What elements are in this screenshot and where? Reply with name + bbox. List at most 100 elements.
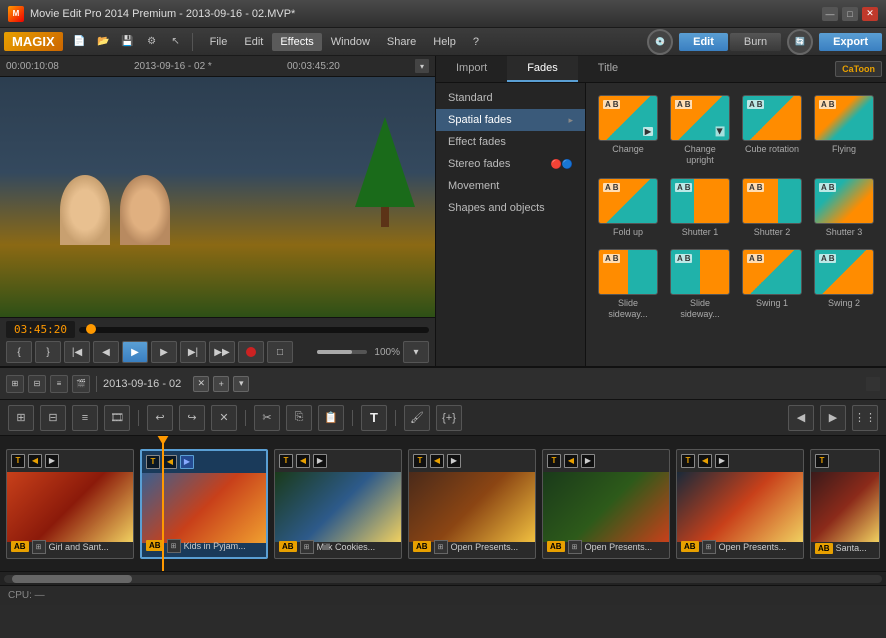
- clip-6-prev-icon: ◀: [698, 454, 712, 468]
- clip-milk-cookies[interactable]: T ◀ ▶ AB ⊞ Milk Cookies...: [274, 449, 402, 559]
- timeline-right-btn[interactable]: [866, 377, 880, 391]
- progress-bar[interactable]: [79, 327, 429, 333]
- play-button[interactable]: ▶: [122, 341, 148, 363]
- fade-shutter3[interactable]: A B Shutter 3: [810, 174, 878, 242]
- tl-tool-paste[interactable]: 📋: [318, 405, 344, 431]
- clip-open-presents-3[interactable]: T ◀ ▶ AB ⊞ Open Presents...: [676, 449, 804, 559]
- effects-item-movement[interactable]: Movement: [436, 175, 585, 197]
- burn-button[interactable]: Burn: [730, 33, 781, 51]
- tab-import[interactable]: Import: [436, 56, 507, 82]
- fade-change-a-label: A B: [603, 100, 620, 109]
- end-button[interactable]: ▶▶: [209, 341, 235, 363]
- tl-tool-more[interactable]: ⋮⋮: [852, 405, 878, 431]
- clip-open-presents-1[interactable]: T ◀ ▶ AB ⊞ Open Presents...: [408, 449, 536, 559]
- effects-item-standard[interactable]: Standard: [436, 87, 585, 109]
- effects-item-effect-fades[interactable]: Effect fades: [436, 131, 585, 153]
- next-frame-button[interactable]: ▶: [151, 341, 177, 363]
- fade-cube-rotation[interactable]: A B Cube rotation: [738, 91, 806, 170]
- menu-share[interactable]: Share: [379, 33, 424, 51]
- maximize-button[interactable]: □: [842, 7, 858, 21]
- fade-shutter2[interactable]: A B Shutter 2: [738, 174, 806, 242]
- edit-mode-button[interactable]: Edit: [679, 33, 728, 51]
- tl-tool-film[interactable]: 🎞: [104, 405, 130, 431]
- fade-change[interactable]: A B ▶ Change: [594, 91, 662, 170]
- toolbar-settings[interactable]: ⚙: [141, 31, 163, 53]
- volume-slider[interactable]: [317, 350, 367, 354]
- fade-slide-sideway2[interactable]: A B Slide sideway...: [666, 245, 734, 324]
- timeline-hscrollbar[interactable]: [0, 571, 886, 585]
- timeline-view-btn-1[interactable]: ⊞: [6, 375, 24, 393]
- fade-ss2-thumb: A B: [670, 249, 730, 295]
- camera-button[interactable]: □: [267, 341, 293, 363]
- tl-tool-nav-next[interactable]: ▶: [820, 405, 846, 431]
- mark-out-button[interactable]: }: [35, 341, 61, 363]
- effects-item-shapes-objects[interactable]: Shapes and objects: [436, 197, 585, 219]
- video-menu-button[interactable]: ▾: [415, 59, 429, 73]
- record-button[interactable]: [238, 341, 264, 363]
- tl-tool-nav-prev[interactable]: ◀: [788, 405, 814, 431]
- fade-swing2[interactable]: A B Swing 2: [810, 245, 878, 324]
- tab-title[interactable]: Title: [578, 56, 638, 82]
- timeline-dropdown-btn[interactable]: ▾: [233, 376, 249, 392]
- menu-window[interactable]: Window: [323, 33, 378, 51]
- export-button[interactable]: Export: [819, 33, 882, 51]
- window-controls[interactable]: — □ ✕: [822, 7, 878, 21]
- fade-flying[interactable]: A B Flying: [810, 91, 878, 170]
- tl-tool-clip-view[interactable]: ⊞: [8, 405, 34, 431]
- menu-effects[interactable]: Effects: [272, 33, 321, 51]
- tl-tool-text[interactable]: T: [361, 405, 387, 431]
- menu-extra[interactable]: ?: [465, 33, 487, 51]
- fade-change-upright[interactable]: A B ▶ Change upright: [666, 91, 734, 170]
- clip-6-t-icon: T: [681, 454, 695, 468]
- tl-tool-undo[interactable]: ↩: [147, 405, 173, 431]
- fade-slide-sideway1[interactable]: A B Slide sideway...: [594, 245, 662, 324]
- clip-5-thumb: [543, 472, 669, 542]
- tl-tool-list[interactable]: ≡: [72, 405, 98, 431]
- progress-handle[interactable]: [86, 324, 96, 334]
- hscrollbar-track[interactable]: [4, 575, 882, 583]
- timeline-add-btn[interactable]: +: [213, 376, 229, 392]
- fade-shutter1[interactable]: A B Shutter 1: [666, 174, 734, 242]
- tab-fades[interactable]: Fades: [507, 56, 578, 82]
- tl-tool-copy[interactable]: ⎘: [286, 405, 312, 431]
- effects-item-spatial-fades[interactable]: Spatial fades ▸: [436, 109, 585, 131]
- tl-tool-cut[interactable]: ✂: [254, 405, 280, 431]
- toolbar-save[interactable]: 💾: [117, 31, 139, 53]
- timeline-view-btn-2[interactable]: ⊟: [28, 375, 46, 393]
- mark-in-button[interactable]: {: [6, 341, 32, 363]
- timeline-scroll[interactable]: T ◀ ▶ AB ⊞ Girl and Sant... T ◀ ▶: [0, 436, 886, 571]
- clip-3-film-icon: ⊞: [300, 540, 314, 554]
- clip-girl-sant[interactable]: T ◀ ▶ AB ⊞ Girl and Sant...: [6, 449, 134, 559]
- timeline-close-btn[interactable]: ✕: [193, 376, 209, 392]
- hscrollbar-thumb[interactable]: [12, 575, 132, 583]
- playhead[interactable]: [162, 436, 164, 571]
- tl-tool-storyboard[interactable]: ⊟: [40, 405, 66, 431]
- fade-shutter1-label: Shutter 1: [682, 227, 719, 238]
- prev-frame-button[interactable]: ◀: [93, 341, 119, 363]
- fade-fold-up[interactable]: A B Fold up: [594, 174, 662, 242]
- prev-scene-button[interactable]: |◀: [64, 341, 90, 363]
- tl-tool-paint[interactable]: 🖌: [404, 405, 430, 431]
- zoom-down-button[interactable]: ▾: [403, 341, 429, 363]
- tl-tool-redo[interactable]: ↪: [179, 405, 205, 431]
- clip-kids-pyjam[interactable]: T ◀ ▶ AB ⊞ Kids in Pyjam...: [140, 449, 268, 559]
- clip-santa[interactable]: T AB Santa...: [810, 449, 880, 559]
- next-scene-button[interactable]: ▶|: [180, 341, 206, 363]
- toolbar-pointer[interactable]: ↖: [165, 31, 187, 53]
- menu-help[interactable]: Help: [425, 33, 464, 51]
- effects-item-stereo-fades[interactable]: Stereo fades 🔴🔵: [436, 153, 585, 175]
- fade-swing1[interactable]: A B Swing 1: [738, 245, 806, 324]
- toolbar-new[interactable]: 📄: [69, 31, 91, 53]
- fade-ss1-thumb: A B: [598, 249, 658, 295]
- tl-tool-delete[interactable]: ✕: [211, 405, 237, 431]
- timeline-view-btn-3[interactable]: ≡: [50, 375, 68, 393]
- clip-1-next-icon: ▶: [45, 454, 59, 468]
- menu-edit[interactable]: Edit: [236, 33, 271, 51]
- tl-tool-effects[interactable]: {+}: [436, 405, 462, 431]
- toolbar-open[interactable]: 📂: [93, 31, 115, 53]
- timeline-view-btn-4[interactable]: 🎬: [72, 375, 90, 393]
- minimize-button[interactable]: —: [822, 7, 838, 21]
- close-button[interactable]: ✕: [862, 7, 878, 21]
- clip-open-presents-2[interactable]: T ◀ ▶ AB ⊞ Open Presents...: [542, 449, 670, 559]
- menu-file[interactable]: File: [202, 33, 236, 51]
